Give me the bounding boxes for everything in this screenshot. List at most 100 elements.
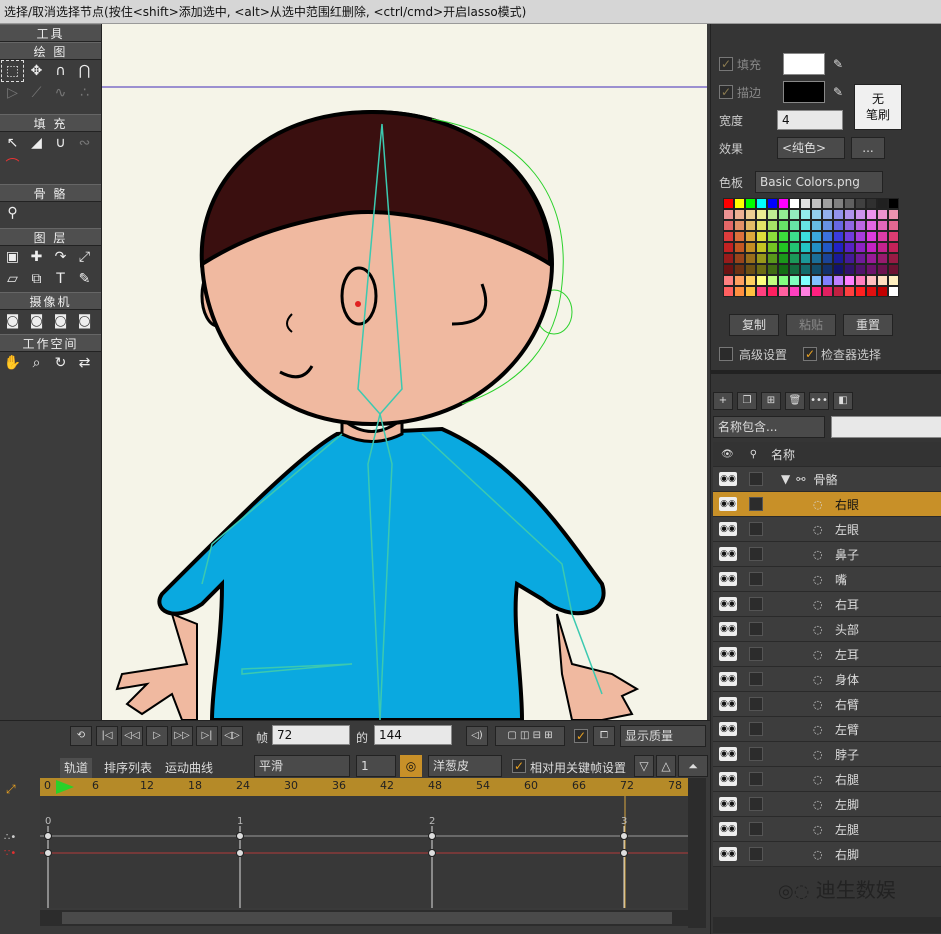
shear-layer-tool-icon[interactable]: ▱ bbox=[2, 269, 23, 289]
audio-icon[interactable]: ◁) bbox=[466, 726, 488, 746]
palette-swatch[interactable] bbox=[855, 242, 866, 253]
layer-row[interactable]: ◉◉ ◌ 右脚 bbox=[713, 842, 941, 867]
palette-swatch[interactable] bbox=[756, 220, 767, 231]
palette-swatch[interactable] bbox=[778, 286, 789, 297]
select-points-tool-icon[interactable]: ⬚ bbox=[1, 60, 24, 82]
palette-swatch[interactable] bbox=[778, 220, 789, 231]
palette-swatch[interactable] bbox=[778, 198, 789, 209]
onion-skin-icon[interactable]: ◎ bbox=[400, 755, 422, 777]
palette-swatch[interactable] bbox=[855, 286, 866, 297]
visibility-toggle-icon[interactable]: ◉◉ bbox=[719, 522, 737, 536]
palette-swatch[interactable] bbox=[800, 231, 811, 242]
palette-swatch[interactable] bbox=[756, 209, 767, 220]
total-frames-input[interactable]: 144 bbox=[374, 725, 452, 745]
palette-swatch[interactable] bbox=[723, 253, 734, 264]
palette-swatch[interactable] bbox=[844, 220, 855, 231]
palette-swatch[interactable] bbox=[811, 220, 822, 231]
visibility-toggle-icon[interactable]: ◉◉ bbox=[719, 572, 737, 586]
curvature-tool-icon[interactable]: ⋂ bbox=[74, 61, 95, 81]
copy-button[interactable]: 复制 bbox=[729, 314, 779, 336]
palette-swatch[interactable] bbox=[767, 220, 778, 231]
lock-toggle[interactable] bbox=[749, 472, 763, 486]
palette-swatch[interactable] bbox=[745, 253, 756, 264]
palette-swatch[interactable] bbox=[734, 275, 745, 286]
tab-channels[interactable]: 轨道 bbox=[60, 758, 93, 778]
palette-swatch[interactable] bbox=[767, 242, 778, 253]
lock-toggle[interactable] bbox=[749, 697, 763, 711]
lock-toggle[interactable] bbox=[749, 647, 763, 661]
palette-swatch[interactable] bbox=[866, 242, 877, 253]
visibility-toggle-icon[interactable]: ◉◉ bbox=[719, 697, 737, 711]
layers-scrollbar[interactable] bbox=[713, 917, 941, 933]
palette-swatch[interactable] bbox=[866, 286, 877, 297]
paint-bucket-tool-icon[interactable]: ∪ bbox=[50, 133, 71, 153]
palette-swatch[interactable] bbox=[800, 253, 811, 264]
palette-swatch[interactable] bbox=[745, 286, 756, 297]
palette-swatch[interactable] bbox=[756, 253, 767, 264]
bone-group-row[interactable]: ◉◉ ▼ ⚯ 骨骼 bbox=[713, 467, 941, 492]
palette-swatch[interactable] bbox=[866, 198, 877, 209]
palette-swatch[interactable] bbox=[866, 209, 877, 220]
palette-swatch[interactable] bbox=[789, 286, 800, 297]
palette-swatch[interactable] bbox=[822, 242, 833, 253]
no-brush-button[interactable]: 无 笔刷 bbox=[854, 84, 902, 130]
character-drawing[interactable] bbox=[102, 24, 707, 720]
key-shape-icon[interactable]: ▽ bbox=[634, 755, 654, 777]
effect-more-button[interactable]: ... bbox=[851, 137, 885, 159]
palette-swatch[interactable] bbox=[822, 220, 833, 231]
layer-row[interactable]: ◉◉ ◌ 身体 bbox=[713, 667, 941, 692]
palette-swatch[interactable] bbox=[789, 231, 800, 242]
palette-swatch[interactable] bbox=[745, 209, 756, 220]
palette-swatch[interactable] bbox=[756, 275, 767, 286]
palette-swatch[interactable] bbox=[833, 275, 844, 286]
layer-row[interactable]: ◉◉ ◌ 右耳 bbox=[713, 592, 941, 617]
color-palette-grid[interactable] bbox=[723, 198, 899, 308]
rewind-icon[interactable]: ◁◁ bbox=[121, 726, 143, 746]
visibility-toggle-icon[interactable]: ◉◉ bbox=[719, 647, 737, 661]
fill-checkbox[interactable]: ✓ bbox=[719, 57, 733, 71]
palette-swatch[interactable] bbox=[888, 209, 899, 220]
palette-swatch[interactable] bbox=[789, 253, 800, 264]
lock-toggle[interactable] bbox=[749, 822, 763, 836]
camera-track-icon[interactable]: ◙ bbox=[2, 311, 23, 331]
palette-swatch[interactable] bbox=[767, 253, 778, 264]
palette-swatch[interactable] bbox=[723, 198, 734, 209]
layer-row[interactable]: ◉◉ ◌ 头部 bbox=[713, 617, 941, 642]
visibility-toggle-icon[interactable]: ◉◉ bbox=[719, 797, 737, 811]
keyframe-dot[interactable] bbox=[620, 849, 628, 857]
keyframe-dot[interactable] bbox=[44, 832, 52, 840]
visibility-toggle-icon[interactable]: ◉◉ bbox=[719, 722, 737, 736]
zoom-tool-icon[interactable]: ⌕ bbox=[26, 353, 47, 373]
palette-swatch[interactable] bbox=[811, 253, 822, 264]
line-width-tool-icon[interactable]: ∾ bbox=[74, 133, 95, 153]
layer-row[interactable]: ◉◉ ◌ 右腿 bbox=[713, 767, 941, 792]
relative-keyframe-checkbox[interactable]: ✓ bbox=[512, 759, 526, 773]
transform-points-tool-icon[interactable]: ✥ bbox=[26, 61, 47, 81]
curve-mode-icon[interactable]: ⤢ bbox=[6, 782, 16, 797]
stroke-eyedropper-icon[interactable]: ✎ bbox=[833, 85, 843, 99]
palette-swatch[interactable] bbox=[833, 198, 844, 209]
palette-swatch[interactable] bbox=[767, 286, 778, 297]
layer-row[interactable]: ◉◉ ◌ 左臂 bbox=[713, 717, 941, 742]
palette-swatch[interactable] bbox=[778, 253, 789, 264]
duplicate-layer-icon[interactable]: ❐ bbox=[737, 392, 757, 410]
palette-swatch[interactable] bbox=[888, 253, 899, 264]
lock-toggle[interactable] bbox=[749, 622, 763, 636]
keyframe-dot[interactable] bbox=[236, 849, 244, 857]
stroke-color-swatch[interactable] bbox=[783, 81, 825, 103]
palette-swatch[interactable] bbox=[745, 242, 756, 253]
layer-row[interactable]: ◉◉ ◌ 鼻子 bbox=[713, 542, 941, 567]
eyedropper-tool-icon[interactable]: ✎ bbox=[74, 269, 95, 289]
palette-swatch[interactable] bbox=[767, 209, 778, 220]
keyframe-dot[interactable] bbox=[428, 849, 436, 857]
visibility-toggle-icon[interactable]: ◉◉ bbox=[719, 622, 737, 636]
key-flat-icon[interactable]: ⏶ bbox=[678, 755, 708, 777]
freehand-tool-icon[interactable]: ▷ bbox=[2, 83, 23, 103]
translate-layer-tool-icon[interactable]: ✚ bbox=[26, 247, 47, 267]
last-frame-icon[interactable]: ▷| bbox=[196, 726, 218, 746]
more-layer-options-icon[interactable]: ••• bbox=[809, 392, 829, 410]
palette-swatch[interactable] bbox=[811, 231, 822, 242]
fast-forward-icon[interactable]: ▷▷ bbox=[171, 726, 193, 746]
visibility-toggle-icon[interactable]: ◉◉ bbox=[719, 597, 737, 611]
inspector-checkbox[interactable]: ✓ bbox=[803, 347, 818, 361]
